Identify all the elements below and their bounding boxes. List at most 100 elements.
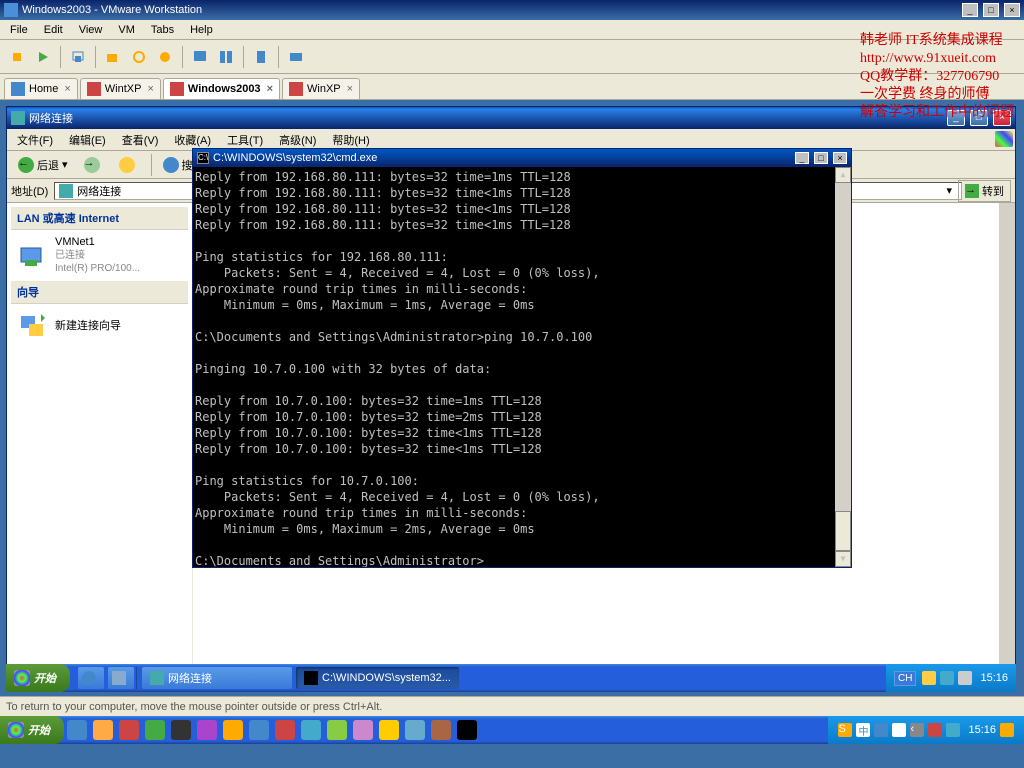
tray-expand-icon[interactable]: ‹ [910,723,924,737]
new-connection-wizard[interactable]: 新建连接向导 [11,304,188,348]
menu-help[interactable]: Help [182,22,221,38]
tray-icon[interactable] [892,723,906,737]
power-button[interactable] [6,46,28,68]
fullscreen-button[interactable] [189,46,211,68]
scroll-thumb[interactable] [835,511,851,551]
cmd-maximize[interactable]: □ [814,152,828,164]
ql-app-icon[interactable] [353,720,373,740]
connections-list: LAN 或高速 Internet VMNet1 已连接 Intel(R) PRO… [7,203,193,665]
tray-icon[interactable] [946,723,960,737]
menu-view[interactable]: View [71,22,111,38]
ql-ie-icon[interactable] [67,720,87,740]
ql-cmd-icon[interactable] [457,720,477,740]
host-clock[interactable]: 15:16 [968,724,996,736]
tray-icon[interactable] [1000,723,1014,737]
forward-button[interactable]: → [77,154,110,176]
scroll-down-icon[interactable]: ▼ [835,551,851,567]
menu-tabs[interactable]: Tabs [143,22,182,38]
scroll-up-icon[interactable]: ▲ [835,167,851,183]
menu-edit[interactable]: Edit [36,22,71,38]
tab-home[interactable]: Home× [4,78,78,99]
tray-sogou-icon[interactable]: S [838,723,852,737]
tray-icon[interactable] [874,723,888,737]
scrollbar[interactable] [999,203,1015,665]
quick-ie[interactable] [78,667,104,689]
menu-vm[interactable]: VM [110,22,143,38]
tab-windows2003[interactable]: Windows2003× [163,78,280,99]
revert-button[interactable] [128,46,150,68]
explorer-minimize[interactable]: _ [947,110,965,126]
explorer-titlebar[interactable]: 网络连接 _ □ × [7,107,1015,129]
vmware-titlebar: Windows2003 - VMware Workstation _ □ × [0,0,1024,20]
tray-network-icon[interactable] [940,671,954,685]
close-button[interactable]: × [1004,3,1020,17]
ql-app-icon[interactable] [145,720,165,740]
go-button[interactable]: →转到 [958,180,1011,202]
tray-ime-icon[interactable]: 中 [856,723,870,737]
guest-start-button[interactable]: 开始 [6,664,70,692]
tab-wintxp[interactable]: WintXP× [80,78,161,99]
manage-button[interactable] [154,46,176,68]
tab-close-icon[interactable]: × [267,83,273,95]
snapshot-button[interactable] [67,46,89,68]
up-button[interactable] [112,154,145,176]
cmd-output[interactable]: Reply from 192.168.80.111: bytes=32 time… [193,167,851,567]
windows-start-icon [8,722,24,738]
guest-clock[interactable]: 15:16 [980,672,1008,684]
ql-app-icon[interactable] [301,720,321,740]
console-button[interactable] [250,46,272,68]
quick-desktop[interactable] [108,667,134,689]
ql-app-icon[interactable] [197,720,217,740]
ql-app-icon[interactable] [223,720,243,740]
tray-volume-icon[interactable] [958,671,972,685]
guest-desktop[interactable]: 网络连接 _ □ × 文件(F) 编辑(E) 查看(V) 收藏(A) 工具(T)… [6,106,1016,692]
vmware-tabs: Home× WintXP× Windows2003× WinXP× [0,74,1024,100]
ql-folder-icon[interactable] [93,720,113,740]
cmd-scrollbar[interactable]: ▲ ▼ [835,167,851,567]
task-network[interactable]: 网络连接 [142,667,292,689]
back-button[interactable]: ←后退▾ [11,154,75,176]
tab-winxp[interactable]: WinXP× [282,78,360,99]
maximize-button[interactable]: □ [983,3,999,17]
emenu-edit[interactable]: 编辑(E) [61,130,114,150]
wizard-icon [17,310,49,342]
tab-close-icon[interactable]: × [347,83,353,95]
snapshot-mgr-button[interactable] [102,46,124,68]
ql-app-icon[interactable] [327,720,347,740]
thumbnail-button[interactable] [285,46,307,68]
tab-close-icon[interactable]: × [147,83,153,95]
explorer-maximize[interactable]: □ [970,110,988,126]
task-cmd[interactable]: C:\WINDOWS\system32... [296,667,459,689]
ql-vmware-icon[interactable] [275,720,295,740]
ql-app-icon[interactable] [249,720,269,740]
emenu-tools[interactable]: 工具(T) [219,130,271,150]
language-indicator[interactable]: CH [894,671,916,686]
ql-qq-icon[interactable] [171,720,191,740]
play-button[interactable] [32,46,54,68]
ql-app-icon[interactable] [119,720,139,740]
menu-file[interactable]: File [2,22,36,38]
emenu-adv[interactable]: 高级(N) [271,130,324,150]
emenu-help[interactable]: 帮助(H) [324,130,377,150]
tray-security-icon[interactable] [922,671,936,685]
tab-close-icon[interactable]: × [64,83,70,95]
emenu-file[interactable]: 文件(F) [9,130,61,150]
emenu-view[interactable]: 查看(V) [114,130,167,150]
cmd-close[interactable]: × [833,152,847,164]
cmd-window: C:\ C:\WINDOWS\system32\cmd.exe _ □ × Re… [192,148,852,568]
host-start-button[interactable]: 开始 [0,716,64,744]
host-tray: S 中 ‹ 15:16 [828,716,1024,744]
vmnet1-item[interactable]: VMNet1 已连接 Intel(R) PRO/100... [11,230,188,281]
explorer-close[interactable]: × [993,110,1011,126]
tray-icon[interactable] [928,723,942,737]
section-wizard: 向导 [11,281,188,304]
cmd-titlebar[interactable]: C:\ C:\WINDOWS\system32\cmd.exe _ □ × [193,149,851,167]
cmd-minimize[interactable]: _ [795,152,809,164]
ql-app-icon[interactable] [405,720,425,740]
ql-app-icon[interactable] [379,720,399,740]
minimize-button[interactable]: _ [962,3,978,17]
address-label: 地址(D) [11,183,48,199]
ql-app-icon[interactable] [431,720,451,740]
unity-button[interactable] [215,46,237,68]
emenu-fav[interactable]: 收藏(A) [166,130,219,150]
